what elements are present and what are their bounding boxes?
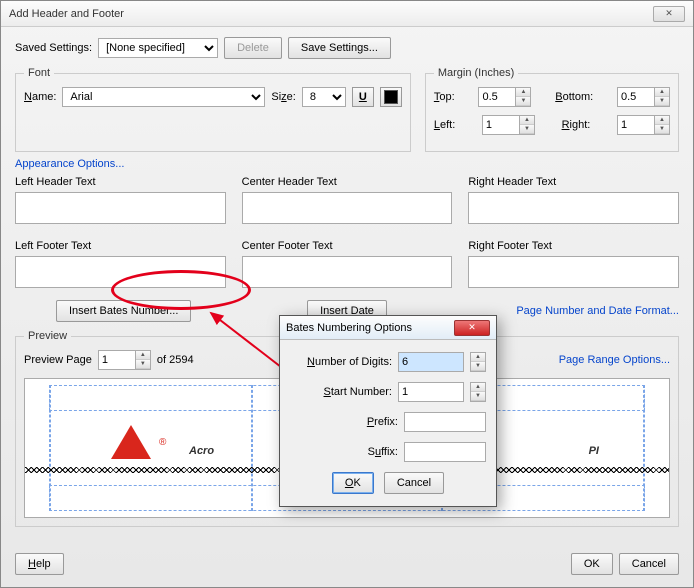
margin-left-spinner[interactable]: ▲▼ xyxy=(482,115,535,135)
font-size-label: Size: xyxy=(271,91,295,103)
bates-numbering-dialog: Bates Numbering Options ✕ Number of Digi… xyxy=(279,315,497,507)
preview-of-label: of 2594 xyxy=(157,354,194,366)
font-size-select[interactable]: 8 xyxy=(302,87,346,107)
suffix-label: Suffix: xyxy=(308,446,398,458)
margin-top-label: Top: xyxy=(434,91,455,103)
delete-button[interactable]: Delete xyxy=(224,37,282,59)
sub-title: Bates Numbering Options xyxy=(286,322,412,334)
registered-icon: ® xyxy=(159,437,166,448)
preview-page-spinner[interactable]: ▲▼ xyxy=(98,350,151,370)
margin-top-spinner[interactable]: ▲▼ xyxy=(478,87,531,107)
font-name-select[interactable]: Arial xyxy=(62,87,265,107)
sub-ok-button[interactable]: OK xyxy=(332,472,374,494)
page-range-options-link[interactable]: Page Range Options... xyxy=(559,354,670,366)
sub-cancel-button[interactable]: Cancel xyxy=(384,472,444,494)
start-number-label: Start Number: xyxy=(302,386,392,398)
saved-settings-row: Saved Settings: [None specified] Delete … xyxy=(15,37,679,59)
right-header-label: Right Header Text xyxy=(468,176,679,188)
preview-logo-text: Acro xyxy=(189,425,214,463)
adobe-logo-icon xyxy=(111,425,151,459)
right-footer-label: Right Footer Text xyxy=(468,240,679,252)
margin-right-label: Right: xyxy=(562,119,591,131)
sub-close-icon[interactable]: ✕ xyxy=(454,320,490,336)
help-button[interactable]: Help xyxy=(15,553,64,575)
num-digits-input[interactable] xyxy=(398,352,464,372)
prefix-input[interactable] xyxy=(404,412,486,432)
left-footer-label: Left Footer Text xyxy=(15,240,226,252)
prefix-label: Prefix: xyxy=(308,416,398,428)
right-header-input[interactable] xyxy=(468,192,679,224)
font-fieldset: Font Name: Arial Size: 8 U xyxy=(15,67,411,152)
center-header-input[interactable] xyxy=(242,192,453,224)
preview-legend: Preview xyxy=(24,330,71,342)
saved-settings-select[interactable]: [None specified] xyxy=(98,38,218,58)
ok-button[interactable]: OK xyxy=(571,553,613,575)
close-icon[interactable]: ✕ xyxy=(653,6,685,22)
margin-fieldset: Margin (Inches) Top: ▲▼ Bottom: ▲▼ Left:… xyxy=(425,67,679,152)
underline-button[interactable]: U xyxy=(352,87,374,107)
left-header-input[interactable] xyxy=(15,192,226,224)
num-digits-label: Number of Digits: xyxy=(302,356,392,368)
center-footer-input[interactable] xyxy=(242,256,453,288)
margin-left-label: Left: xyxy=(434,119,455,131)
header-footer-grid: Left Header Text Center Header Text Righ… xyxy=(15,176,679,288)
font-name-label: Name: xyxy=(24,91,56,103)
sub-titlebar: Bates Numbering Options ✕ xyxy=(280,316,496,340)
color-swatch-icon xyxy=(384,90,398,104)
dialog-footer: Help OK Cancel xyxy=(15,553,679,575)
appearance-options-link[interactable]: Appearance Options... xyxy=(15,158,124,170)
center-footer-label: Center Footer Text xyxy=(242,240,453,252)
insert-bates-number-button[interactable]: Insert Bates Number... xyxy=(56,300,191,322)
saved-settings-label: Saved Settings: xyxy=(15,42,92,54)
save-settings-button[interactable]: Save Settings... xyxy=(288,37,391,59)
suffix-input[interactable] xyxy=(404,442,486,462)
margin-bottom-label: Bottom: xyxy=(555,91,593,103)
window-title: Add Header and Footer xyxy=(9,8,124,20)
cancel-button[interactable]: Cancel xyxy=(619,553,679,575)
margin-right-spinner[interactable]: ▲▼ xyxy=(617,115,670,135)
right-footer-input[interactable] xyxy=(468,256,679,288)
margin-bottom-spinner[interactable]: ▲▼ xyxy=(617,87,670,107)
page-number-date-format-link[interactable]: Page Number and Date Format... xyxy=(516,305,679,317)
font-color-button[interactable] xyxy=(380,87,402,107)
preview-page-label: Preview Page xyxy=(24,354,92,366)
margin-legend: Margin (Inches) xyxy=(434,67,518,79)
left-footer-input[interactable] xyxy=(15,256,226,288)
start-number-input[interactable] xyxy=(398,382,464,402)
center-header-label: Center Header Text xyxy=(242,176,453,188)
titlebar: Add Header and Footer ✕ xyxy=(1,1,693,27)
font-legend: Font xyxy=(24,67,54,79)
left-header-label: Left Header Text xyxy=(15,176,226,188)
dialog-add-header-footer: Add Header and Footer ✕ Saved Settings: … xyxy=(0,0,694,588)
preview-logo-text2: PI xyxy=(589,425,599,463)
